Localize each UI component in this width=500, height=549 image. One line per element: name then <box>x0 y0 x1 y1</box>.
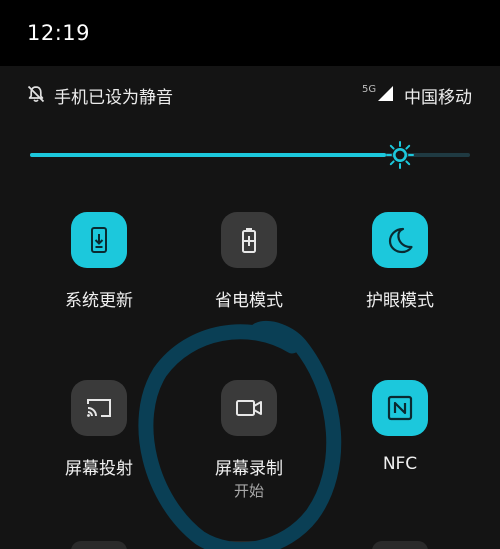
tile-next-row-hint <box>71 541 127 549</box>
tile-nfc[interactable]: NFC <box>325 380 475 520</box>
tile-label: 系统更新 <box>65 291 133 311</box>
tile-icon-box[interactable] <box>221 380 277 436</box>
brightness-track-fill <box>30 153 386 157</box>
status-bar: 12:19 <box>0 0 500 66</box>
brightness-sun-icon[interactable] <box>385 140 415 170</box>
notification-row: 手机已设为静音 5G 中国移动 <box>0 76 500 112</box>
tile-icon-box[interactable] <box>221 212 277 268</box>
tile-next-row-hint <box>372 541 428 549</box>
tile-sublabel: 开始 <box>233 482 264 500</box>
tile-icon-box[interactable] <box>372 212 428 268</box>
tile-icon-box[interactable] <box>71 380 127 436</box>
tile-label: 护眼模式 <box>366 291 434 311</box>
tile-icon-box[interactable] <box>71 212 127 268</box>
bell-mute-icon <box>27 85 45 103</box>
system-update-icon <box>91 227 107 253</box>
tile-label: NFC <box>382 454 418 474</box>
tile-screen-record[interactable]: 屏幕录制 开始 <box>174 380 324 520</box>
signal-strength-icon <box>378 86 393 101</box>
network-type-badge: 5G <box>362 84 377 95</box>
quick-settings-panel: 12:19 手机已设为静音 5G 中国移动 系统更新 省电模式 护眼模式 屏幕投… <box>0 0 500 549</box>
cast-icon <box>87 399 111 417</box>
tile-eye-comfort[interactable]: 护眼模式 <box>325 212 475 352</box>
tile-label: 省电模式 <box>215 291 283 311</box>
tile-label: 屏幕投射 <box>65 459 133 479</box>
tile-label: 屏幕录制 <box>215 459 283 479</box>
mute-status-text[interactable]: 手机已设为静音 <box>54 83 173 108</box>
tile-icon-box[interactable] <box>372 380 428 436</box>
tile-screen-cast[interactable]: 屏幕投射 <box>24 380 174 520</box>
video-camera-icon <box>236 400 262 416</box>
nfc-icon <box>387 395 413 421</box>
tile-battery-saver[interactable]: 省电模式 <box>174 212 324 352</box>
battery-saver-icon <box>242 228 256 253</box>
tile-system-update[interactable]: 系统更新 <box>24 212 174 352</box>
status-clock: 12:19 <box>27 21 91 45</box>
tile-next-row-hint <box>221 541 277 549</box>
moon-icon <box>388 227 413 254</box>
brightness-slider[interactable] <box>30 140 470 170</box>
carrier-name: 中国移动 <box>404 88 472 108</box>
